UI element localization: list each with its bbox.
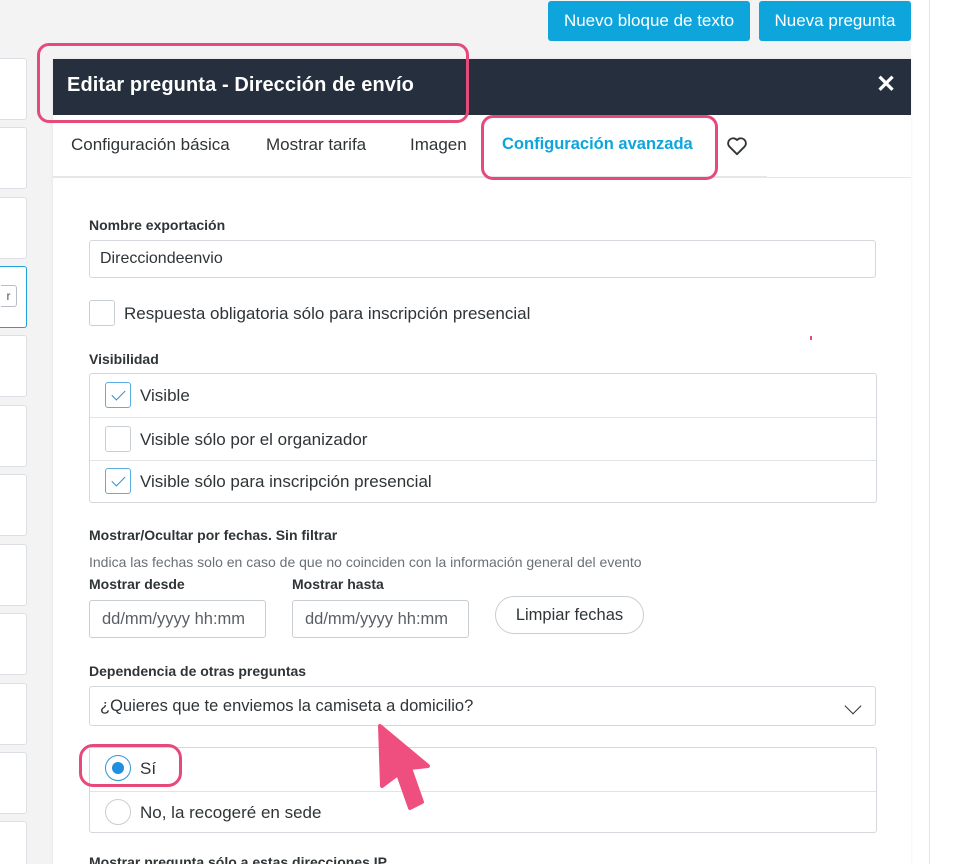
tab-basic-settings[interactable]: Configuración básica: [71, 135, 230, 155]
onsite-only-label: Visible sólo para inscripción presencial: [140, 472, 432, 491]
modal-title: Editar pregunta - Dirección de envío: [67, 74, 414, 96]
organizer-only-label: Visible sólo por el organizador: [140, 430, 368, 449]
dependency-options: Sí No, la recogeré en sede: [89, 747, 877, 833]
export-name-input[interactable]: Direcciondeenvio: [89, 240, 876, 278]
no-radio[interactable]: [105, 799, 131, 825]
dependency-selected-value: ¿Quieres que te enviemos la camiseta a d…: [100, 697, 474, 715]
dependency-option[interactable]: No, la recogeré en sede: [90, 791, 876, 834]
background-card: [0, 752, 27, 814]
edit-question-modal: Editar pregunta - Dirección de envío ✕ C…: [53, 59, 911, 864]
background-card: [0, 544, 27, 606]
dependency-select[interactable]: ¿Quieres que te enviemos la camiseta a d…: [89, 686, 876, 726]
visible-label: Visible: [140, 386, 190, 405]
background-card: [0, 613, 27, 675]
visible-checkbox[interactable]: [105, 382, 131, 408]
clear-dates-button[interactable]: Limpiar fechas: [495, 596, 644, 634]
new-text-block-button[interactable]: Nuevo bloque de texto: [548, 1, 750, 41]
organizer-only-checkbox[interactable]: [105, 426, 131, 452]
mandatory-checkbox-label: Respuesta obligatoria sólo para inscripc…: [124, 304, 531, 323]
visibility-option[interactable]: Visible: [90, 374, 876, 417]
mandatory-checkbox[interactable]: [89, 300, 115, 326]
background-card: [0, 335, 27, 397]
annotation-mark: [810, 336, 812, 340]
background-card: [0, 405, 27, 467]
dependency-option[interactable]: Sí: [90, 748, 876, 791]
background-card: [0, 127, 27, 189]
show-from-input[interactable]: dd/mm/yyyy hh:mm: [89, 600, 266, 638]
show-until-label: Mostrar hasta: [292, 576, 384, 592]
tab-advanced-settings[interactable]: Configuración avanzada: [502, 135, 693, 154]
background-question-list: r: [0, 0, 52, 864]
no-radio-label: No, la recogeré en sede: [140, 803, 322, 822]
export-name-label: Nombre exportación: [89, 217, 226, 233]
onsite-only-checkbox[interactable]: [105, 468, 131, 494]
show-from-label: Mostrar desde: [89, 576, 185, 592]
tab-show-rate[interactable]: Mostrar tarifa: [266, 135, 366, 155]
yes-radio[interactable]: [105, 755, 131, 781]
heart-icon[interactable]: [726, 136, 748, 156]
yes-radio-label: Sí: [140, 759, 157, 778]
tab-underline: [53, 176, 767, 178]
background-card: [0, 474, 27, 536]
background-card: [0, 197, 27, 259]
modal-header: Editar pregunta - Dirección de envío ✕: [53, 59, 911, 115]
tab-image[interactable]: Imagen: [410, 135, 467, 155]
background-card: [0, 58, 27, 120]
background-mini-button: r: [1, 285, 17, 307]
ip-restriction-label: Mostrar pregunta sólo a estas direccione…: [89, 854, 387, 864]
background-card: [0, 821, 27, 864]
dependency-label: Dependencia de otras preguntas: [89, 663, 307, 679]
close-icon[interactable]: ✕: [875, 73, 897, 97]
visibility-options: Visible Visible sólo por el organizador …: [89, 373, 877, 503]
right-panel: [911, 0, 959, 864]
dates-hint: Indica las fechas solo en caso de que no…: [89, 554, 642, 570]
dates-label: Mostrar/Ocultar por fechas. Sin filtrar: [89, 527, 338, 543]
chevron-down-icon: [844, 697, 862, 715]
background-card-active: r: [0, 266, 27, 328]
background-card: [0, 683, 27, 745]
visibility-label: Visibilidad: [89, 351, 159, 367]
tab-bar: Configuración básica Mostrar tarifa Imag…: [53, 115, 911, 178]
visibility-option[interactable]: Visible sólo para inscripción presencial: [90, 460, 876, 503]
visibility-option[interactable]: Visible sólo por el organizador: [90, 417, 876, 460]
show-until-input[interactable]: dd/mm/yyyy hh:mm: [292, 600, 469, 638]
new-question-button[interactable]: Nueva pregunta: [759, 1, 911, 41]
pointer-arrow-icon: [378, 724, 430, 810]
